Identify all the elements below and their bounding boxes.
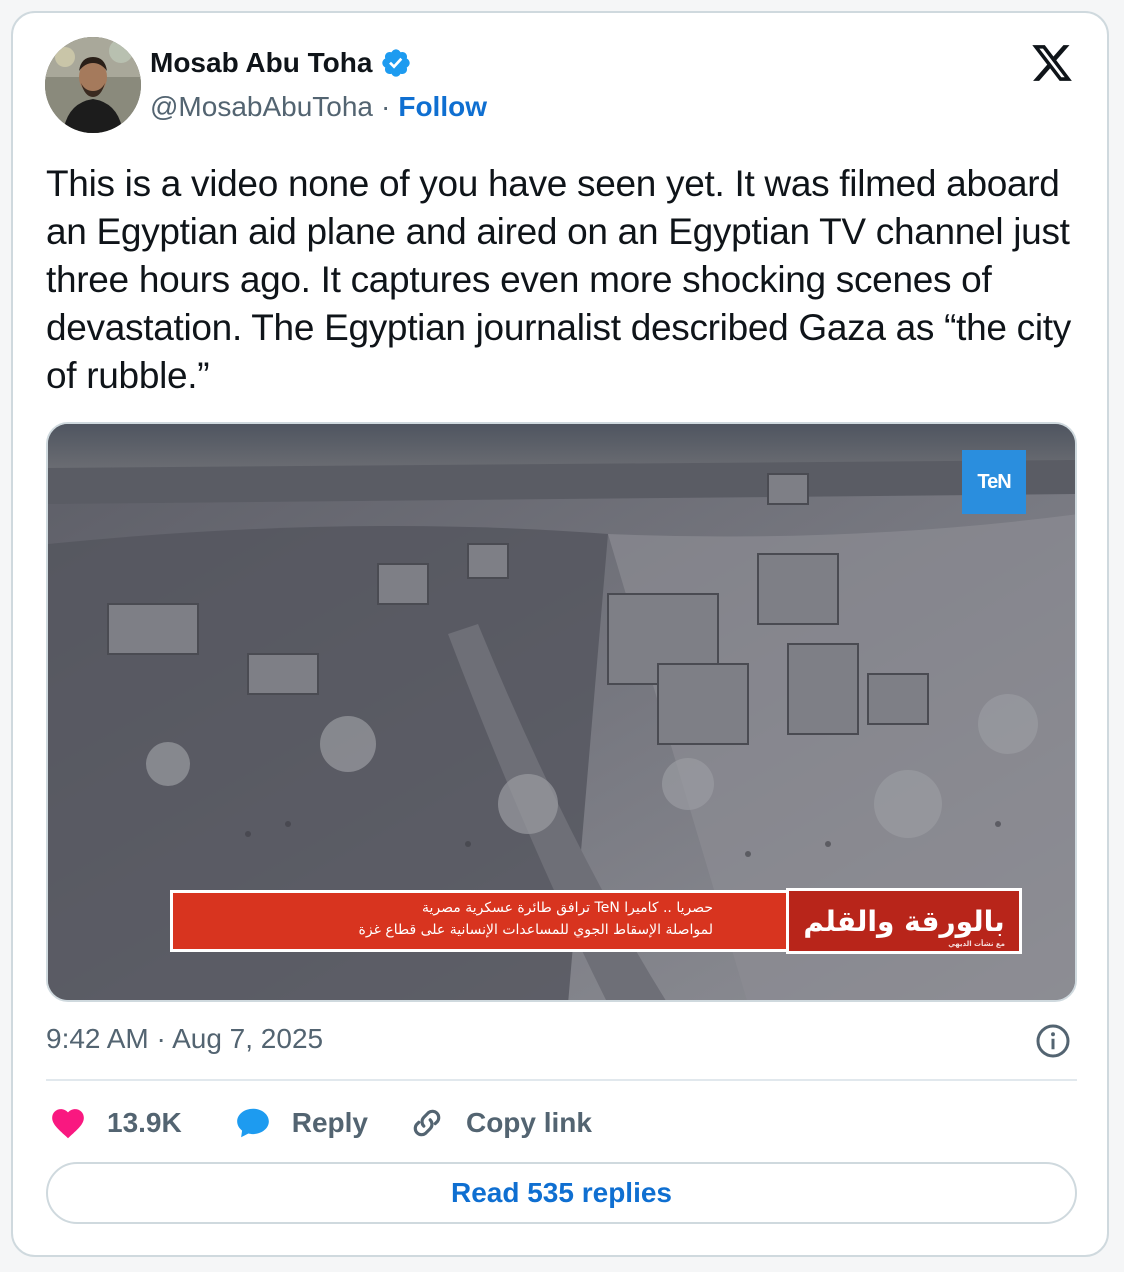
tweet-text: This is a video none of you have seen ye… — [46, 163, 1071, 396]
ticker-text-box: حصريا .. كاميرا TeN ترافق طائرة عسكرية م… — [170, 890, 790, 952]
reply-bubble-icon — [236, 1108, 269, 1138]
action-bar: 13.9K Reply Copy link — [49, 1101, 630, 1145]
read-replies-button[interactable]: Read 535 replies — [46, 1162, 1077, 1224]
verified-badge-icon — [382, 49, 411, 77]
like-button[interactable]: 13.9K — [49, 1104, 182, 1142]
follow-link[interactable]: Follow — [398, 91, 487, 123]
copy-link-label: Copy link — [465, 1107, 592, 1138]
author-handle[interactable]: @MosabAbuToha — [150, 91, 373, 123]
divider — [46, 1079, 1077, 1081]
heart-icon — [52, 1109, 84, 1139]
reply-button[interactable]: Reply — [234, 1104, 368, 1142]
video-player[interactable]: TeN حصريا .. كاميرا TeN ترافق طائرة عسكر… — [46, 422, 1077, 1002]
news-ticker: حصريا .. كاميرا TeN ترافق طائرة عسكرية م… — [170, 888, 1026, 954]
author-name[interactable]: Mosab Abu Toha — [150, 47, 372, 79]
tweet-card: Mosab Abu Toha @MosabAbuToha · Follow Th… — [11, 11, 1109, 1257]
separator: · — [381, 91, 391, 122]
program-logo: بالورقة والقلم مع نشأت الديهي — [786, 888, 1022, 954]
ticker-line-1: حصريا .. كاميرا TeN ترافق طائرة عسكرية م… — [422, 900, 713, 916]
reply-label: Reply — [291, 1107, 368, 1138]
avatar[interactable] — [45, 37, 141, 133]
copy-link-button[interactable]: Copy link — [408, 1104, 592, 1142]
x-logo-icon[interactable] — [1029, 41, 1075, 85]
tweet-timestamp[interactable]: 9:42 AM · Aug 7, 2025 — [46, 1023, 323, 1055]
channel-logo: TeN — [962, 450, 1026, 514]
info-icon[interactable] — [1035, 1023, 1071, 1059]
link-icon — [413, 1109, 441, 1137]
ticker-line-2: لمواصلة الإسقاط الجوي للمساعدات الإنساني… — [358, 922, 713, 938]
program-subtitle: مع نشأت الديهي — [948, 940, 1005, 948]
program-name: بالورقة والقلم — [803, 904, 1005, 938]
like-count: 13.9K — [107, 1107, 182, 1138]
